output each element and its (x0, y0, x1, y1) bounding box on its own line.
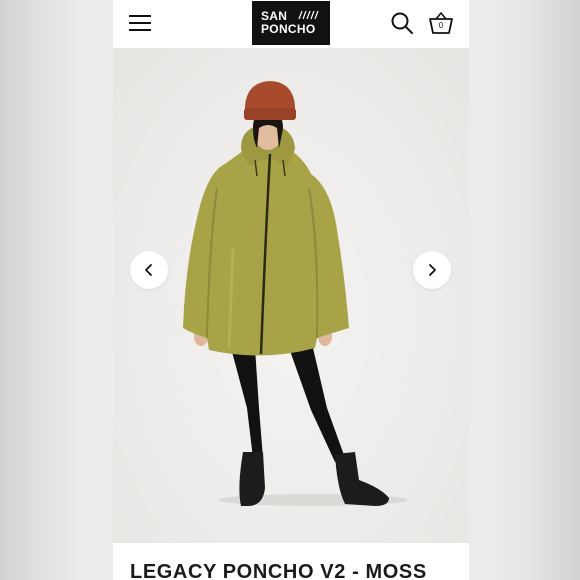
product-page: SAN PONCHO 0 LEGACY PONCHO V2 - MOSS (113, 0, 469, 580)
brand-logo[interactable]: SAN PONCHO (252, 1, 330, 45)
product-title: LEGACY PONCHO V2 - MOSS (130, 561, 427, 580)
chevron-left-icon (145, 264, 152, 276)
brand-logo-line1: SAN (261, 9, 288, 23)
search-icon[interactable] (390, 11, 414, 35)
site-header: SAN PONCHO 0 (113, 0, 469, 48)
next-image-button[interactable] (413, 251, 451, 289)
cart-count: 0 (438, 21, 444, 30)
product-image-gallery[interactable] (113, 48, 469, 543)
brand-logo-line2: PONCHO (261, 22, 316, 36)
rain-mark-icon (298, 10, 319, 20)
product-info: LEGACY PONCHO V2 - MOSS (113, 543, 469, 580)
cart-button[interactable]: 0 (428, 10, 454, 36)
hamburger-menu-icon[interactable] (129, 14, 151, 32)
previous-image-button[interactable] (130, 251, 168, 289)
chevron-right-icon (429, 264, 436, 276)
product-photo (183, 81, 408, 506)
